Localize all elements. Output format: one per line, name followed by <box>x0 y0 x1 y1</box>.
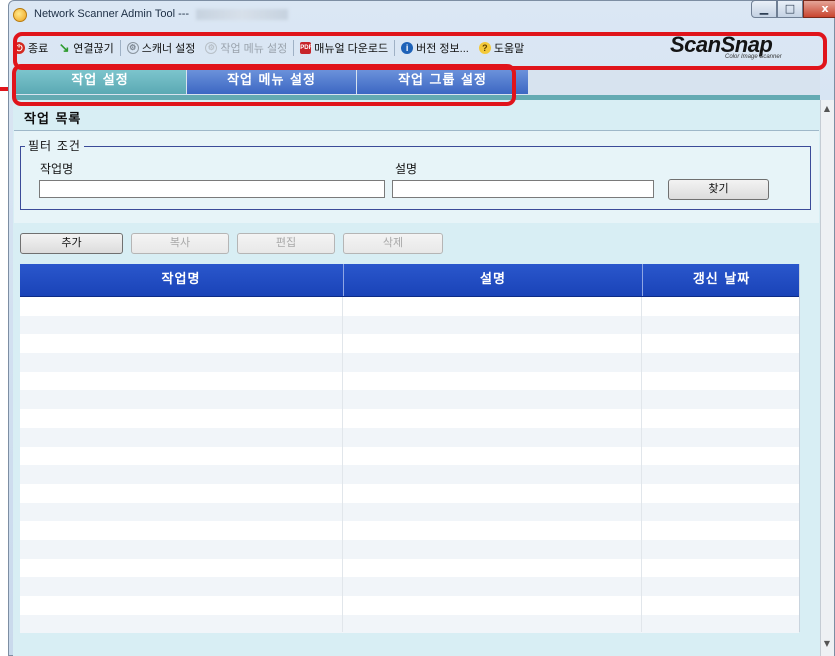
job-name-input[interactable] <box>39 180 385 198</box>
table-row-empty <box>20 334 799 354</box>
copy-button[interactable]: 복사 <box>131 233 229 254</box>
table-row-empty <box>20 315 799 335</box>
filter-groupbox <box>20 146 811 210</box>
description-input[interactable] <box>392 180 654 198</box>
close-button[interactable]: x <box>803 0 835 18</box>
add-button[interactable]: 추가 <box>20 233 123 254</box>
section-title: 작업 목록 <box>24 112 82 127</box>
title-redacted <box>196 9 288 20</box>
window-controls: ▁ □ x <box>751 0 835 20</box>
column-divider <box>342 297 343 632</box>
column-header-description[interactable]: 설명 <box>343 264 642 296</box>
app-icon <box>13 8 27 22</box>
window-title: Network Scanner Admin Tool --- <box>34 8 190 20</box>
table-row-empty <box>20 558 799 578</box>
callout-box-tabs <box>12 64 516 106</box>
column-header-updated-date[interactable]: 갱신 날짜 <box>642 264 800 296</box>
table-header: 작업명 설명 갱신 날짜 <box>20 264 799 297</box>
table-row-empty <box>20 483 799 503</box>
table-row-empty <box>20 521 799 540</box>
edit-button[interactable]: 편집 <box>237 233 335 254</box>
table-row-empty <box>20 390 799 410</box>
table-row-empty <box>20 596 799 615</box>
find-button[interactable]: 찾기 <box>668 179 769 200</box>
table-row-empty <box>20 614 799 634</box>
filter-legend: 필터 조건 <box>25 137 84 154</box>
delete-button[interactable]: 삭제 <box>343 233 443 254</box>
minimize-button[interactable]: ▁ <box>751 0 777 18</box>
scroll-up-icon[interactable]: ▲ <box>821 103 833 115</box>
table-row-empty <box>20 427 799 447</box>
column-divider <box>641 297 642 632</box>
description-label: 설명 <box>395 162 418 176</box>
table-row-empty <box>20 409 799 428</box>
table-row-empty <box>20 539 799 559</box>
table-row-empty <box>20 297 799 316</box>
table-row-empty <box>20 465 799 484</box>
vertical-scrollbar[interactable] <box>820 100 834 656</box>
job-name-label: 작업명 <box>40 162 74 176</box>
table-row-empty <box>20 371 799 391</box>
table-row-empty <box>20 353 799 372</box>
table-body <box>20 297 799 634</box>
table-edge <box>799 264 800 632</box>
maximize-button[interactable]: □ <box>777 0 803 18</box>
scroll-down-icon[interactable]: ▼ <box>821 638 833 650</box>
table-row-empty <box>20 502 799 522</box>
table-row-empty <box>20 446 799 466</box>
column-header-job-name[interactable]: 작업명 <box>20 264 342 296</box>
job-list-table: 작업명 설명 갱신 날짜 <box>20 264 799 634</box>
table-row-empty <box>20 577 799 596</box>
